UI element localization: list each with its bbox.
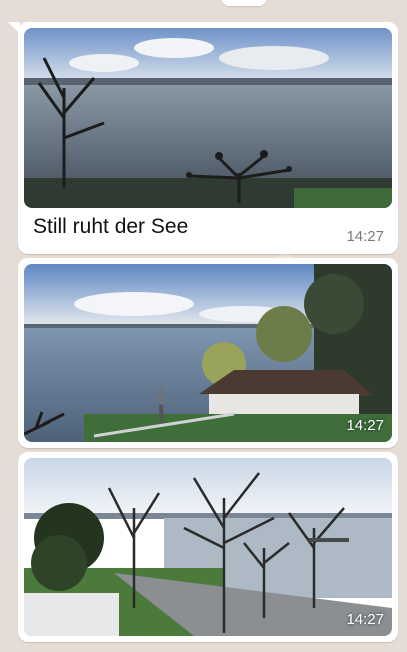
message-caption: Still ruht der See [33, 215, 189, 238]
date-pill [221, 0, 267, 6]
lake-tree-photo-icon[interactable] [24, 28, 392, 208]
message-time: 14:27 [346, 417, 384, 434]
message-bubble-2[interactable]: 14:27 [18, 258, 398, 448]
message-time: 14:27 [346, 228, 384, 245]
message-bubble-1[interactable]: Still ruht der See 14:27 [8, 22, 398, 254]
message-bubble-3[interactable]: 14:27 [18, 452, 398, 642]
lake-house-photo-icon[interactable] [24, 264, 392, 442]
message-time: 14:27 [346, 611, 384, 628]
lake-promenade-photo-icon[interactable] [24, 458, 392, 636]
